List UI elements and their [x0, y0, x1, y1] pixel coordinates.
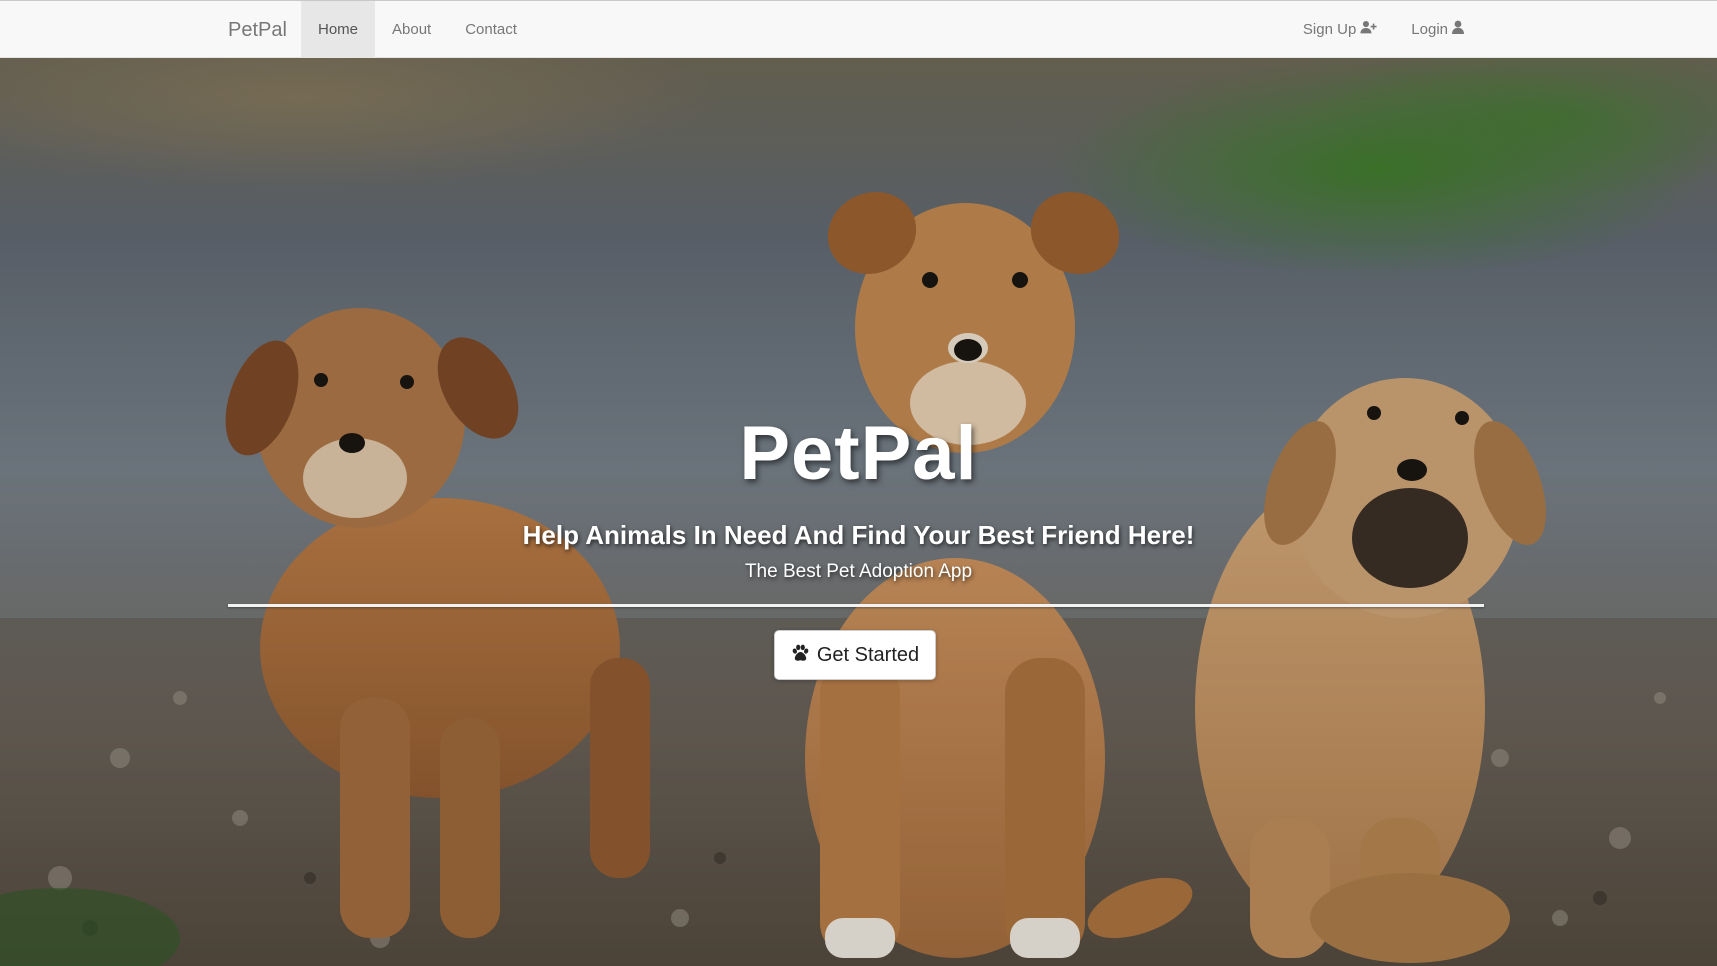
hero-tagline: The Best Pet Adoption App [744, 561, 973, 582]
nav-link-signup[interactable]: Sign Up [1286, 1, 1394, 58]
nav-link-about[interactable]: About [375, 1, 448, 58]
get-started-button[interactable]: Get Started [774, 630, 936, 680]
user-plus-icon [1360, 1, 1377, 59]
nav-link-signup-label: Sign Up [1302, 20, 1357, 38]
top-navbar: PetPal Home About Contact Sign Up Login [0, 0, 1717, 58]
hero-divider [228, 604, 1484, 607]
nav-right-links: Sign Up Login [1286, 1, 1481, 58]
nav-left-links: Home About Contact [301, 1, 534, 58]
user-icon [1452, 1, 1464, 59]
nav-link-contact[interactable]: Contact [448, 1, 534, 58]
hero-title: PetPal [739, 411, 978, 496]
hero-content: PetPal Help Animals In Need And Find You… [0, 0, 1717, 966]
nav-link-contact-label: Contact [465, 20, 517, 38]
paw-icon [791, 643, 810, 668]
brand-logo[interactable]: PetPal [228, 1, 287, 59]
nav-link-home-label: Home [318, 20, 359, 38]
nav-link-about-label: About [392, 20, 432, 38]
nav-link-login-label: Login [1411, 20, 1448, 38]
get-started-label: Get Started [816, 643, 920, 666]
nav-link-home[interactable]: Home [301, 1, 376, 58]
hero-subtitle: Help Animals In Need And Find Your Best … [522, 520, 1195, 550]
nav-link-login[interactable]: Login [1394, 1, 1481, 58]
